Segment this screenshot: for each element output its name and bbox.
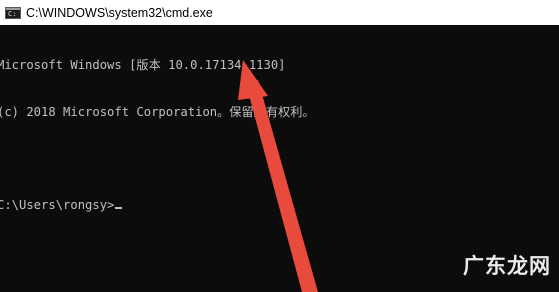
watermark-text: 广东龙网 — [463, 254, 551, 278]
arrow-head — [238, 60, 268, 100]
red-arrow-annotation — [238, 60, 318, 292]
cmd-window: C: C:\WINDOWS\system32\cmd.exe Microsoft… — [0, 0, 559, 292]
arrow-shaft — [246, 80, 318, 292]
